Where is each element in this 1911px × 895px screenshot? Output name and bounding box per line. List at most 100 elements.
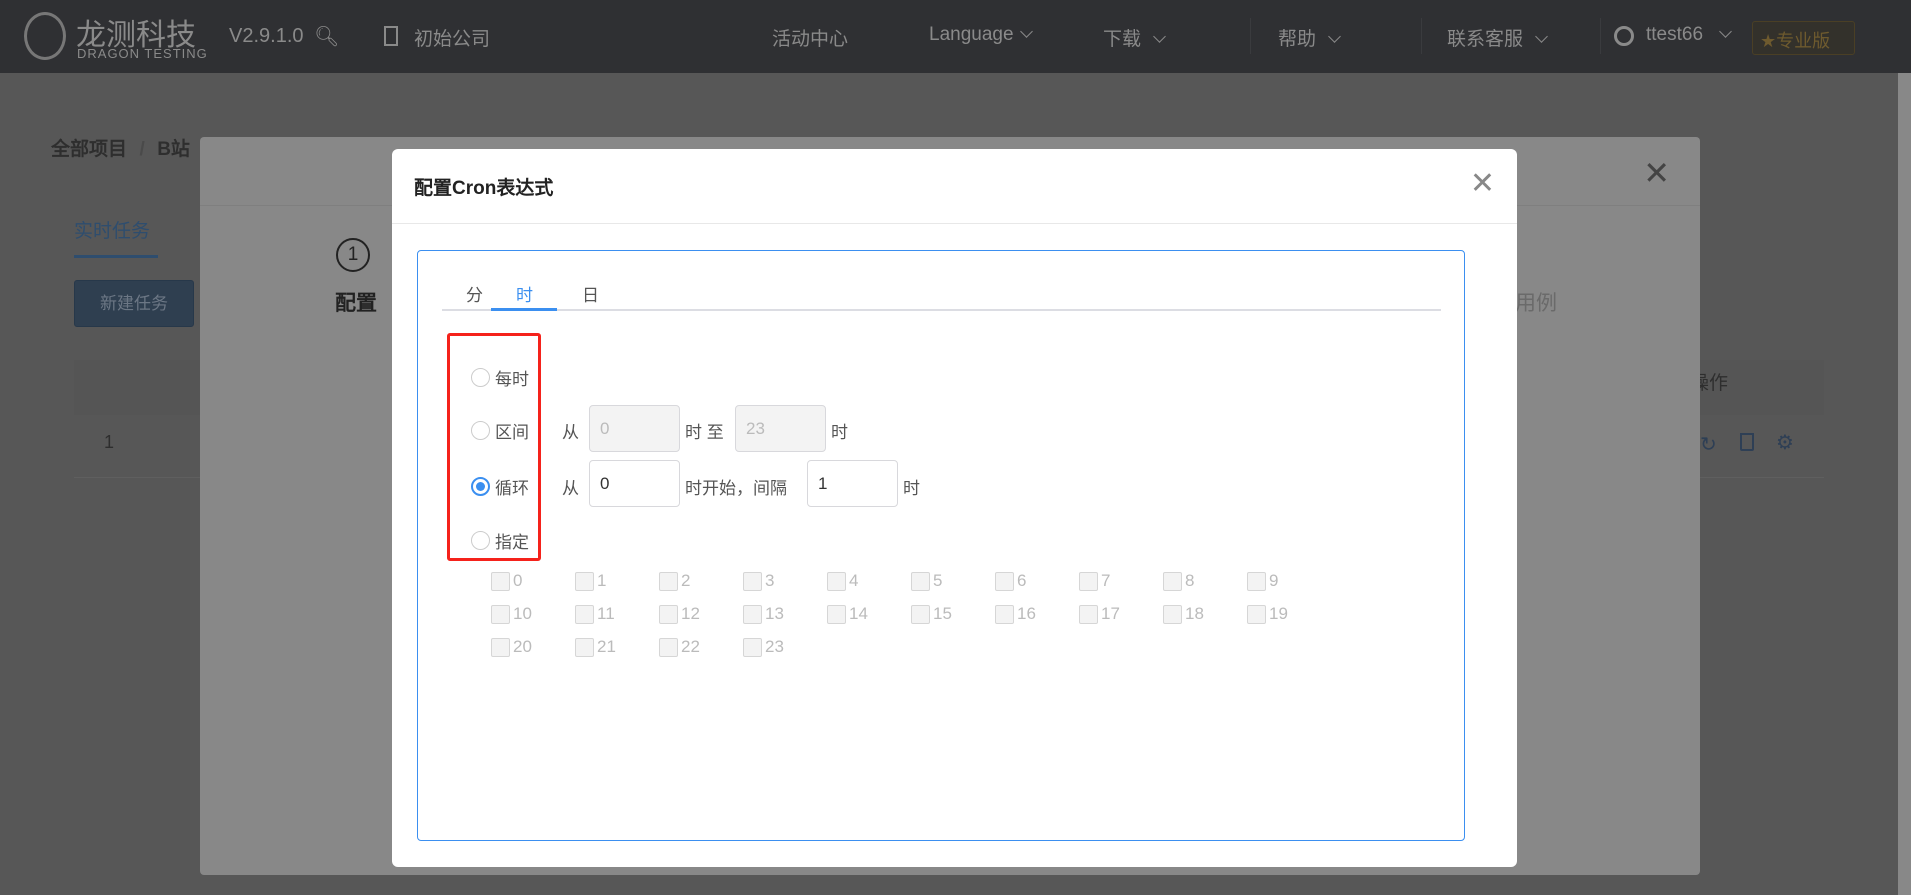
checkbox-icon <box>1247 571 1266 591</box>
range-end-input[interactable] <box>735 405 826 452</box>
search-icon[interactable]: 🔍︎ <box>314 24 339 49</box>
tab-realtime-tasks[interactable]: 实时任务 <box>74 216 150 243</box>
hour-checkbox[interactable]: 2 <box>659 571 743 591</box>
hour-checkbox[interactable]: 15 <box>911 604 995 624</box>
refresh-icon[interactable]: ↻ <box>1700 432 1717 457</box>
radio-checked-icon <box>471 477 490 496</box>
hour-checkbox[interactable]: 0 <box>491 571 575 591</box>
checkbox-icon <box>827 571 846 591</box>
trash-icon[interactable] <box>1740 433 1754 451</box>
row-index: 1 <box>104 432 115 452</box>
hour-checkbox[interactable]: 19 <box>1247 604 1331 624</box>
hour-checkbox[interactable]: 13 <box>743 604 827 624</box>
range-from-label: 从 <box>562 423 579 442</box>
chevron-down-icon <box>1328 30 1341 43</box>
hour-checkbox[interactable]: 10 <box>491 604 575 624</box>
active-tab-indicator <box>491 308 557 311</box>
nav-download[interactable]: 下载 <box>1103 24 1166 51</box>
cycle-start-input[interactable] <box>589 460 680 507</box>
radio-icon <box>471 531 490 550</box>
nav-download-label: 下载 <box>1103 29 1142 50</box>
pro-badge[interactable]: ★专业版 <box>1752 21 1855 55</box>
hour-label: 0 <box>513 571 523 590</box>
radio-every-hour[interactable]: 每时 <box>471 365 529 390</box>
radio-range[interactable]: 区间 <box>471 418 529 443</box>
hour-checkbox[interactable]: 20 <box>491 637 575 657</box>
nav-support[interactable]: 联系客服 <box>1447 24 1548 51</box>
hour-checkbox[interactable]: 1 <box>575 571 659 591</box>
range-start-input[interactable] <box>589 405 680 452</box>
cycle-interval-input[interactable] <box>807 460 898 507</box>
radio-label: 循环 <box>495 479 529 498</box>
hour-checkbox[interactable]: 3 <box>743 571 827 591</box>
username: ttest66 <box>1646 24 1704 45</box>
radio-icon <box>471 368 490 387</box>
radio-label: 每时 <box>495 370 529 389</box>
checkbox-icon <box>911 604 930 624</box>
hour-label: 10 <box>513 604 532 623</box>
version-label: V2.9.1.0 <box>229 25 304 47</box>
divider <box>1600 18 1601 54</box>
nav-help[interactable]: 帮助 <box>1278 24 1341 51</box>
settings-icon[interactable]: ⚙ <box>1776 430 1794 455</box>
hour-checkbox-grid: 0 1 2 3 4 5 6 7 8 9 10 11 12 13 14 15 16 17 18 19 20 21 22 23 <box>491 571 1351 657</box>
radio-icon <box>471 421 490 440</box>
close-icon[interactable]: ✕ <box>1470 169 1495 199</box>
cycle-from-label: 从 <box>562 479 579 498</box>
hour-checkbox[interactable]: 22 <box>659 637 743 657</box>
hour-checkbox[interactable]: 16 <box>995 604 1079 624</box>
checkbox-icon <box>491 571 510 591</box>
user-menu[interactable]: ttest66 <box>1646 24 1732 46</box>
hour-checkbox[interactable]: 12 <box>659 604 743 624</box>
hour-label: 22 <box>681 637 700 656</box>
radio-cycle[interactable]: 循环 <box>471 474 529 499</box>
nav-language[interactable]: Language <box>929 24 1033 46</box>
breadcrumb-root[interactable]: 全部项目 <box>51 139 127 160</box>
radio-specific[interactable]: 指定 <box>471 528 529 553</box>
checkbox-icon <box>743 571 762 591</box>
hour-checkbox[interactable]: 9 <box>1247 571 1331 591</box>
close-icon[interactable]: ✕ <box>1643 157 1670 189</box>
checkbox-icon <box>743 604 762 624</box>
hour-checkbox[interactable]: 18 <box>1163 604 1247 624</box>
checkbox-icon <box>575 604 594 624</box>
checkbox-icon <box>743 637 762 657</box>
checkbox-icon <box>995 571 1014 591</box>
chevron-down-icon <box>1019 25 1033 38</box>
checkbox-icon <box>659 571 678 591</box>
hour-checkbox[interactable]: 11 <box>575 604 659 624</box>
hour-checkbox[interactable]: 21 <box>575 637 659 657</box>
hour-label: 9 <box>1269 571 1279 590</box>
scrollbar[interactable] <box>1898 73 1911 895</box>
hour-checkbox[interactable]: 4 <box>827 571 911 591</box>
hour-checkbox[interactable]: 8 <box>1163 571 1247 591</box>
dialog-header: 配置Cron表达式 ✕ <box>392 149 1517 224</box>
tab-day[interactable]: 日 <box>558 281 623 306</box>
hour-checkbox[interactable]: 14 <box>827 604 911 624</box>
nav-activity[interactable]: 活动中心 <box>772 24 848 51</box>
checkbox-icon <box>575 637 594 657</box>
hour-label: 17 <box>1101 604 1120 623</box>
hour-label: 19 <box>1269 604 1288 623</box>
checkbox-icon <box>575 571 594 591</box>
checkbox-icon <box>659 604 678 624</box>
hour-checkbox[interactable]: 17 <box>1079 604 1163 624</box>
checkbox-icon <box>1163 604 1182 624</box>
logo-subtext: DRAGON TESTING <box>77 46 208 61</box>
hour-label: 21 <box>597 637 616 656</box>
hour-checkbox[interactable]: 6 <box>995 571 1079 591</box>
checkbox-icon <box>995 604 1014 624</box>
hour-label: 20 <box>513 637 532 656</box>
new-task-button[interactable]: 新建任务 <box>74 280 194 327</box>
hour-checkbox[interactable]: 5 <box>911 571 995 591</box>
hour-label: 7 <box>1101 571 1111 590</box>
hour-label: 14 <box>849 604 868 623</box>
hour-checkbox[interactable]: 7 <box>1079 571 1163 591</box>
hour-checkbox[interactable]: 23 <box>743 637 827 657</box>
company-selector[interactable]: 初始公司 <box>414 24 490 51</box>
hour-label: 18 <box>1185 604 1204 623</box>
hour-label: 4 <box>849 571 859 590</box>
tab-hour[interactable]: 时 <box>492 281 557 306</box>
divider <box>1421 18 1422 54</box>
checkbox-icon <box>1079 604 1098 624</box>
